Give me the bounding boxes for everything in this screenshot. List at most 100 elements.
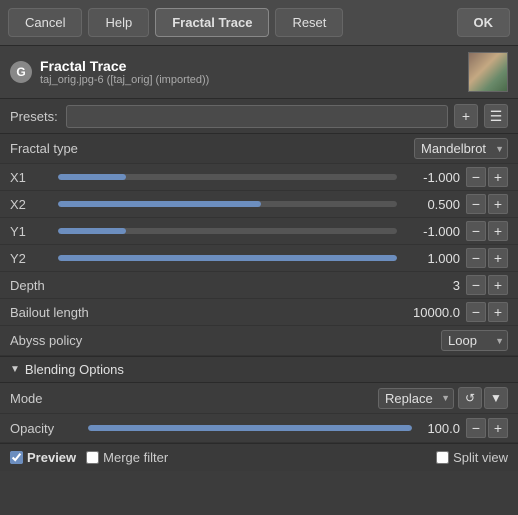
param-row-x1: X1 -1.000 − + [0, 164, 518, 191]
param-plus-y1[interactable]: + [488, 221, 508, 241]
plugin-icon: G [10, 61, 32, 83]
depth-label: Depth [10, 278, 120, 293]
mode-row: Mode Replace Normal Multiply ↺ ▼ [0, 383, 518, 414]
image-thumbnail [468, 52, 508, 92]
options-icon: ▼ [490, 391, 502, 405]
merge-filter-checkbox[interactable] [86, 451, 99, 464]
param-controls-x1: − + [466, 167, 508, 187]
param-rows: X1 -1.000 − + X2 0.500 − + Y1 - [0, 164, 518, 272]
ok-button[interactable]: OK [457, 8, 511, 37]
opacity-minus-button[interactable]: − [466, 418, 486, 438]
opacity-label: Opacity [10, 421, 80, 436]
param-fill-y1 [58, 228, 126, 234]
reset-button[interactable]: Reset [275, 8, 343, 37]
param-row-y1: Y1 -1.000 − + [0, 218, 518, 245]
param-plus-x2[interactable]: + [488, 194, 508, 214]
param-label-y2: Y2 [10, 251, 50, 266]
blending-options-title: Blending Options [25, 362, 124, 377]
help-button[interactable]: Help [88, 8, 149, 37]
presets-label: Presets: [10, 109, 60, 124]
param-fill-y2 [58, 255, 397, 261]
plugin-title: Fractal Trace [40, 58, 460, 74]
plugin-subtitle: taj_orig.jpg-6 ([taj_orig] (imported)) [40, 74, 460, 86]
mode-select[interactable]: Replace Normal Multiply [378, 388, 454, 409]
toolbar: Cancel Help Fractal Trace Reset OK [0, 0, 518, 46]
mode-select-wrap: Replace Normal Multiply [378, 388, 454, 409]
plugin-header: G Fractal Trace taj_orig.jpg-6 ([taj_ori… [0, 46, 518, 99]
param-row-x2: X2 0.500 − + [0, 191, 518, 218]
preview-label: Preview [27, 450, 76, 465]
fractal-type-select[interactable]: Mandelbrot Julia [414, 138, 508, 159]
preview-checkbox-label[interactable]: Preview [10, 450, 76, 465]
bailout-value: 10000.0 [120, 305, 460, 320]
merge-filter-label[interactable]: Merge filter [86, 450, 168, 465]
param-label-x2: X2 [10, 197, 50, 212]
bailout-controls: − + [466, 302, 508, 322]
preview-checkbox[interactable] [10, 451, 23, 464]
opacity-row: Opacity 100.0 − + [0, 414, 518, 443]
depth-minus-button[interactable]: − [466, 275, 486, 295]
param-label-x1: X1 [10, 170, 50, 185]
depth-controls: − + [466, 275, 508, 295]
param-slider-x1[interactable] [58, 174, 397, 180]
depth-plus-button[interactable]: + [488, 275, 508, 295]
param-fill-x2 [58, 201, 261, 207]
depth-row: Depth 3 − + [0, 272, 518, 299]
presets-row: Presets: + ☰ [0, 99, 518, 134]
param-label-y1: Y1 [10, 224, 50, 239]
split-view-text: Split view [453, 450, 508, 465]
param-value-y1: -1.000 [405, 224, 460, 239]
param-plus-x1[interactable]: + [488, 167, 508, 187]
merge-filter-text: Merge filter [103, 450, 168, 465]
reset-icon: ↺ [465, 391, 475, 405]
param-row-y2: Y2 1.000 − + [0, 245, 518, 272]
fractal-type-row: Fractal type Mandelbrot Julia [0, 134, 518, 164]
presets-add-button[interactable]: + [454, 104, 478, 128]
param-value-x2: 0.500 [405, 197, 460, 212]
opacity-slider-bar[interactable] [88, 425, 412, 431]
opacity-slider-fill [88, 425, 412, 431]
bailout-minus-button[interactable]: − [466, 302, 486, 322]
mode-options-button[interactable]: ▼ [484, 387, 508, 409]
param-slider-x2[interactable] [58, 201, 397, 207]
presets-select[interactable] [66, 105, 448, 128]
split-view-label[interactable]: Split view [436, 450, 508, 465]
param-minus-y2[interactable]: − [466, 248, 486, 268]
opacity-plus-button[interactable]: + [488, 418, 508, 438]
param-minus-y1[interactable]: − [466, 221, 486, 241]
cancel-button[interactable]: Cancel [8, 8, 82, 37]
param-value-y2: 1.000 [405, 251, 460, 266]
fractal-type-label: Fractal type [10, 141, 414, 156]
depth-value: 3 [120, 278, 460, 293]
param-controls-y1: − + [466, 221, 508, 241]
abyss-select[interactable]: Loop Smear Black [441, 330, 508, 351]
bailout-plus-button[interactable]: + [488, 302, 508, 322]
split-view-checkbox[interactable] [436, 451, 449, 464]
bailout-row: Bailout length 10000.0 − + [0, 299, 518, 326]
menu-icon: ☰ [490, 108, 503, 125]
fractal-trace-button[interactable]: Fractal Trace [155, 8, 269, 37]
footer: Preview Merge filter Split view [0, 443, 518, 471]
presets-menu-button[interactable]: ☰ [484, 104, 508, 128]
param-minus-x2[interactable]: − [466, 194, 486, 214]
plugin-info: Fractal Trace taj_orig.jpg-6 ([taj_orig]… [40, 58, 460, 86]
param-slider-y2[interactable] [58, 255, 397, 261]
section-toggle-icon: ▼ [10, 364, 20, 375]
param-slider-y1[interactable] [58, 228, 397, 234]
abyss-label: Abyss policy [10, 333, 226, 348]
mode-label: Mode [10, 391, 80, 406]
abyss-row: Abyss policy Loop Smear Black [0, 326, 518, 356]
param-controls-x2: − + [466, 194, 508, 214]
param-minus-x1[interactable]: − [466, 167, 486, 187]
bailout-label: Bailout length [10, 305, 120, 320]
param-value-x1: -1.000 [405, 170, 460, 185]
param-fill-x1 [58, 174, 126, 180]
opacity-value: 100.0 [420, 421, 460, 436]
mode-reset-button[interactable]: ↺ [458, 387, 482, 409]
fractal-type-select-wrap: Mandelbrot Julia [414, 138, 508, 159]
abyss-select-wrap: Loop Smear Black [441, 330, 508, 351]
blending-options-section-header[interactable]: ▼ Blending Options [0, 356, 518, 383]
opacity-controls: − + [466, 418, 508, 438]
param-controls-y2: − + [466, 248, 508, 268]
param-plus-y2[interactable]: + [488, 248, 508, 268]
